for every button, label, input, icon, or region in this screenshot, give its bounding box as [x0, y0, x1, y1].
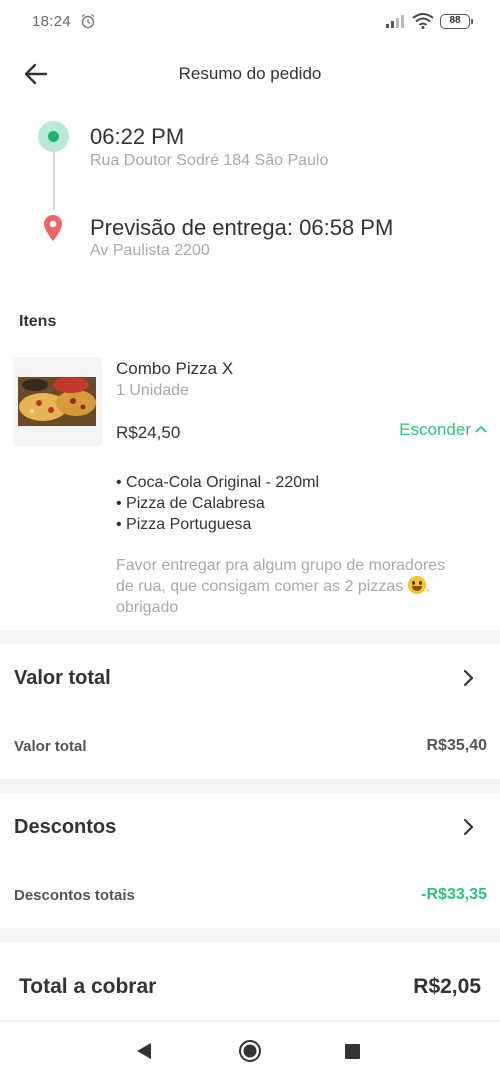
grinning-face-emoji-icon: [407, 576, 426, 594]
item-name: Combo Pizza X: [116, 359, 234, 378]
valor-total-title[interactable]: Valor total: [14, 667, 111, 690]
battery-indicator: 88: [440, 14, 473, 29]
descontos-totais-label: Descontos totais: [14, 887, 135, 904]
total-value: R$2,05: [413, 975, 481, 998]
order-note-line: Favor entregar pra algum grupo de morado…: [116, 557, 446, 574]
items-section-label: Itens: [19, 313, 57, 330]
section-divider: [0, 630, 500, 644]
alarm-icon: [81, 13, 95, 29]
origin-address: Rua Doutor Sodré 184 São Paulo: [90, 152, 329, 169]
nav-home-icon[interactable]: [238, 1039, 262, 1063]
nav-recents-icon[interactable]: [345, 1044, 360, 1059]
total-label: Total a cobrar: [19, 975, 157, 998]
system-nav-bar: [0, 1022, 500, 1082]
valor-total-label: Valor total: [14, 738, 87, 755]
item-quantity: 1 Unidade: [116, 382, 189, 399]
order-note-line: de rua, que consigam comer as 2 pizzas: [116, 578, 404, 595]
hide-details-label: Esconder: [399, 420, 471, 439]
order-note-line-with-emoji: de rua, que consigam comer as 2 pizzas .: [116, 576, 431, 595]
sub-item: • Coca-Cola Original - 220ml: [116, 474, 320, 491]
signal-icon: [386, 15, 404, 28]
status-time: 18:24: [32, 13, 72, 30]
nav-back-icon[interactable]: [135, 1042, 153, 1060]
item-sub-items: • Coca-Cola Original - 220ml • Pizza de …: [116, 472, 319, 535]
order-note-line: obrigado: [116, 599, 179, 616]
chevron-right-icon[interactable]: [463, 669, 475, 687]
nav-divider: [0, 1020, 500, 1021]
delivery-estimate: Previsão de entrega: 06:58 PM: [90, 215, 394, 240]
destination-address: Av Paulista 2200: [90, 242, 210, 259]
sub-item: • Pizza Portuguesa: [116, 516, 252, 533]
origin-marker: [38, 121, 69, 152]
timeline-connector: [53, 152, 55, 210]
chevron-up-icon: [475, 425, 487, 433]
item-thumbnail: [13, 357, 102, 446]
section-divider: [0, 928, 500, 942]
wifi-icon: [412, 13, 434, 29]
valor-total-value: R$35,40: [426, 737, 488, 754]
chevron-right-icon[interactable]: [463, 818, 475, 836]
location-pin-icon: [44, 215, 62, 241]
header: Resumo do pedido: [0, 44, 500, 104]
page-title: Resumo do pedido: [178, 64, 322, 83]
origin-time: 06:22 PM: [90, 124, 185, 149]
status-bar: 18:24 88: [0, 0, 500, 44]
hide-details-button[interactable]: Esconder: [399, 420, 487, 440]
sub-item: • Pizza de Calabresa: [116, 495, 265, 512]
order-note: Favor entregar pra algum grupo de morado…: [116, 555, 488, 618]
descontos-title[interactable]: Descontos: [14, 816, 116, 839]
section-divider: [0, 779, 500, 793]
descontos-totais-value: -R$33,35: [421, 886, 487, 903]
item-price: R$24,50: [116, 423, 181, 442]
